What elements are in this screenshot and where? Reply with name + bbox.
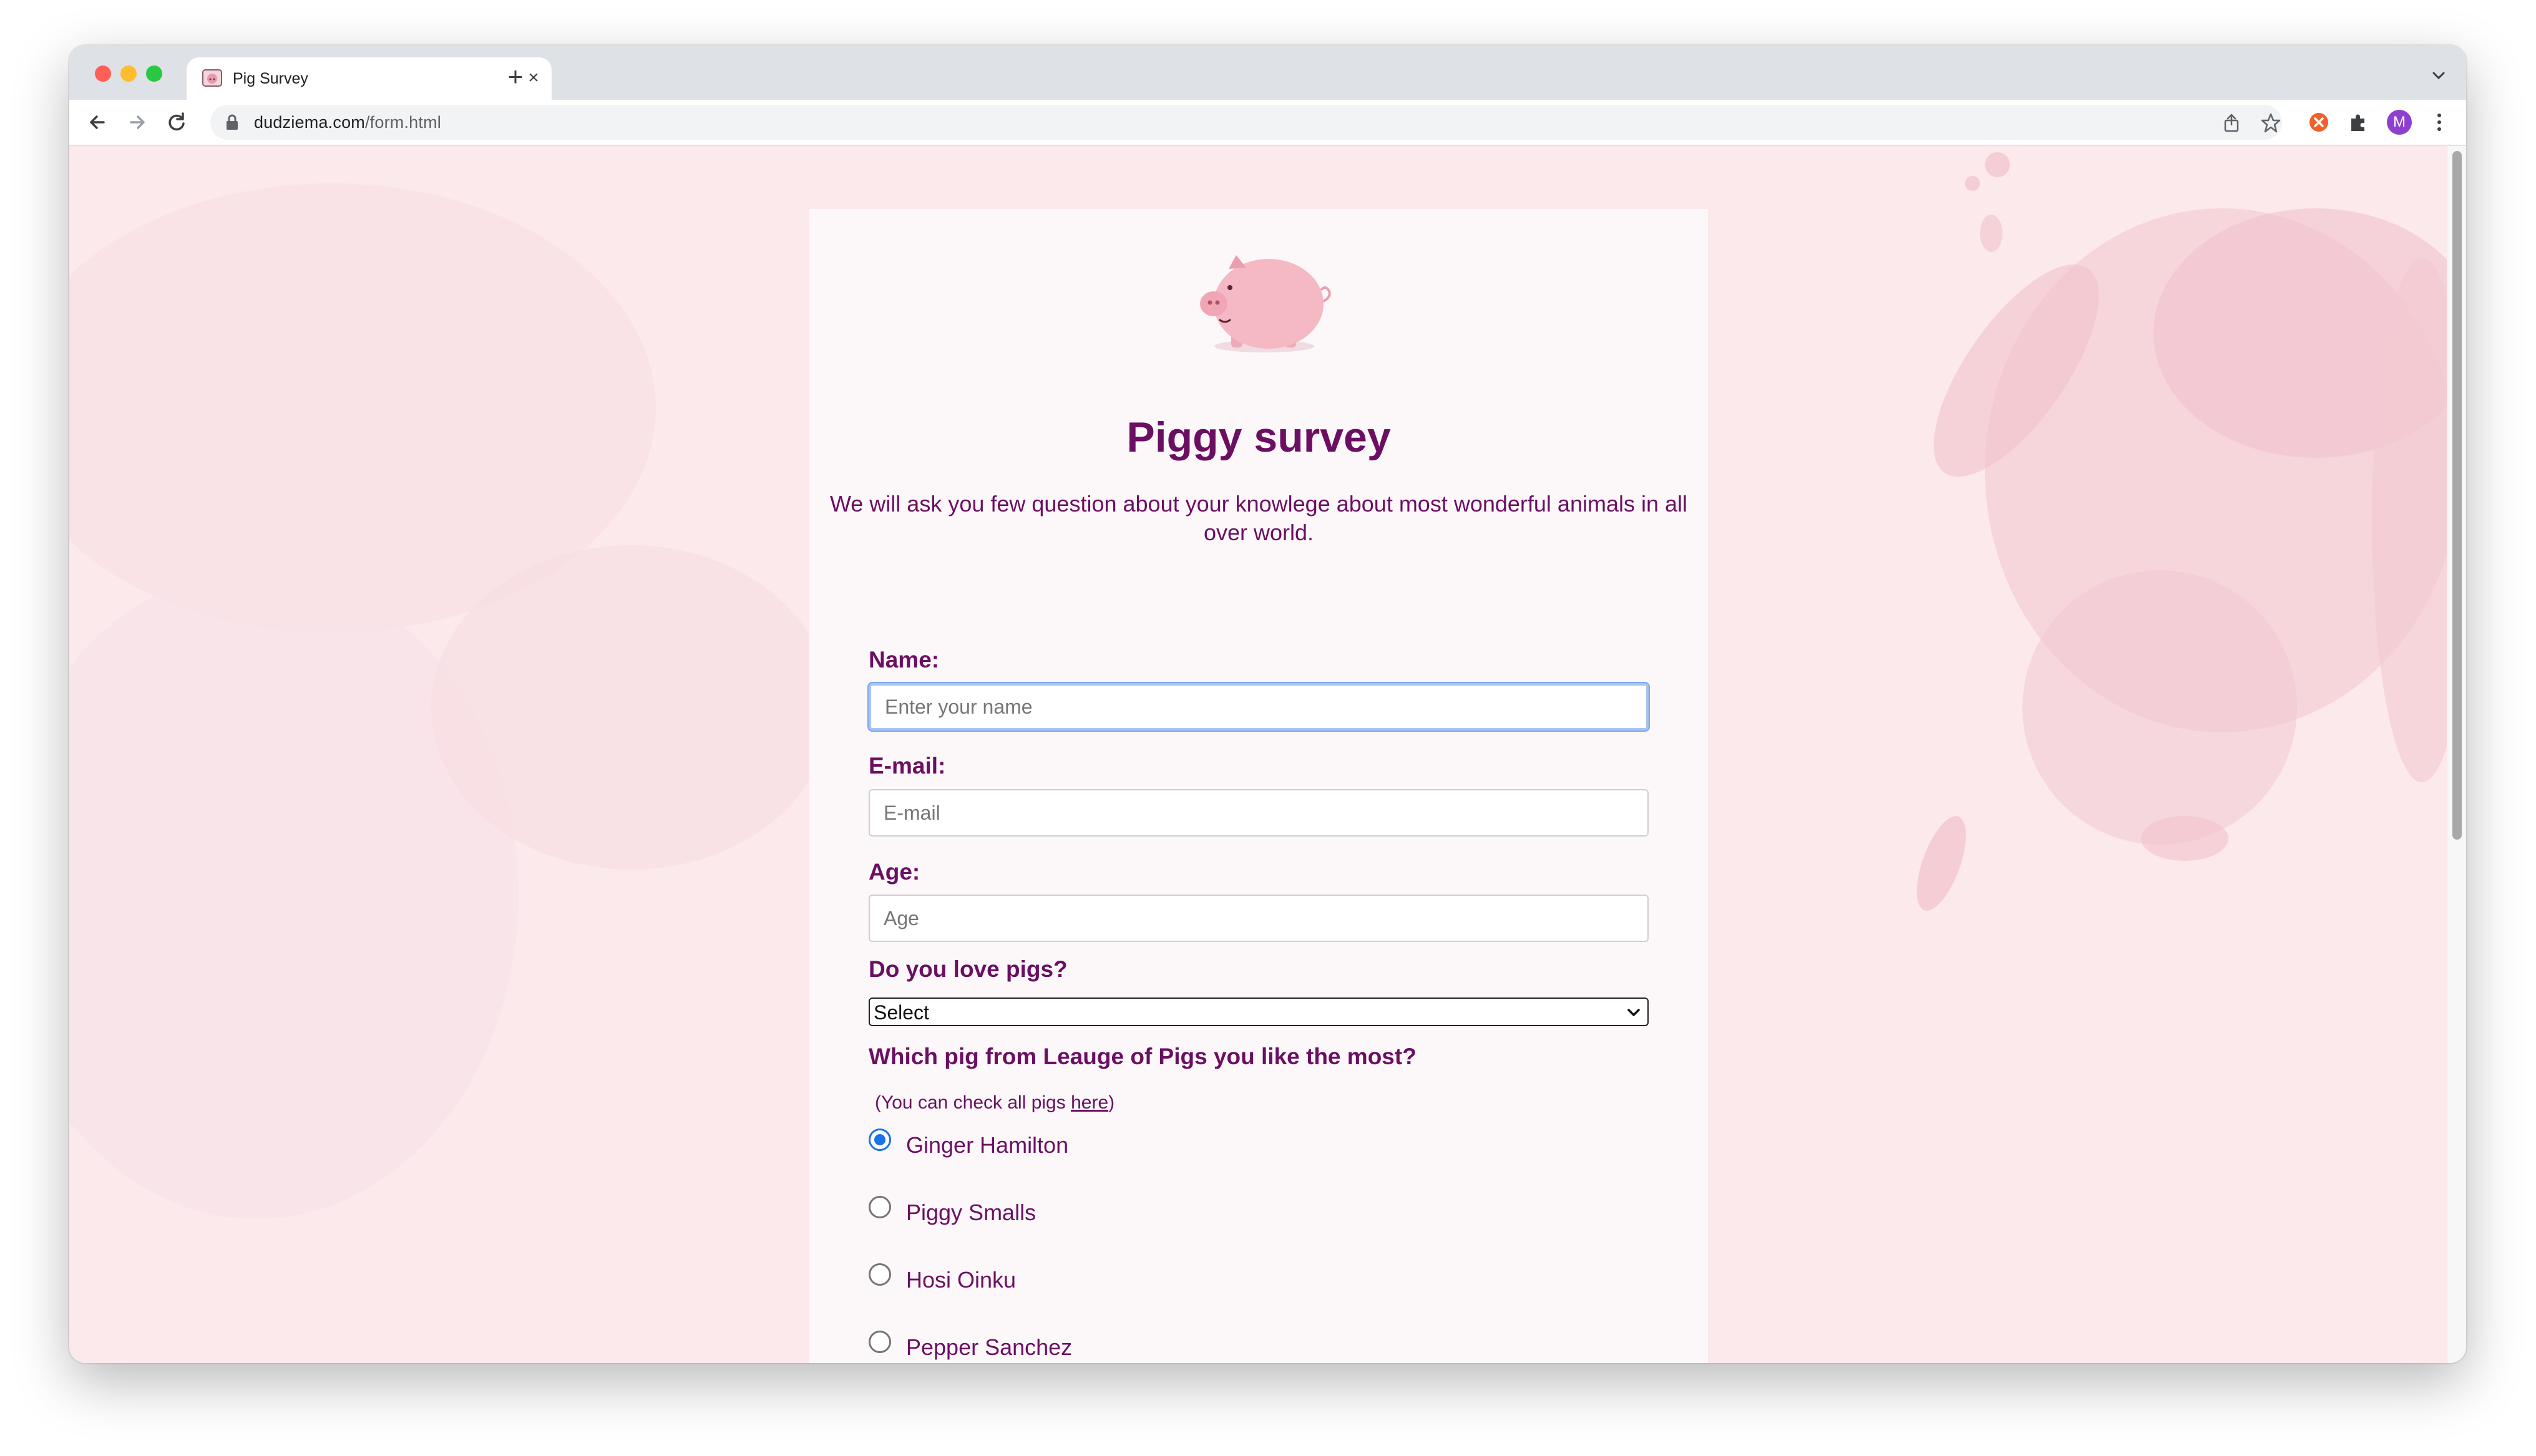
page-title: Piggy survey xyxy=(1126,414,1391,461)
extensions-puzzle-icon[interactable] xyxy=(2346,110,2371,135)
love-pigs-select[interactable]: Select xyxy=(869,997,1649,1026)
minimize-window-button[interactable] xyxy=(120,66,137,82)
chevron-down-icon xyxy=(1627,1009,1640,1016)
age-input[interactable] xyxy=(869,895,1649,942)
radio-hosi-oinku[interactable] xyxy=(869,1263,891,1286)
url-text: dudziema.com/form.html xyxy=(254,113,441,132)
radio-piggy-smalls[interactable] xyxy=(869,1196,891,1218)
maximize-window-button[interactable] xyxy=(146,66,162,82)
browser-toolbar: dudziema.com/form.html M xyxy=(69,100,2466,146)
lock-icon[interactable] xyxy=(224,114,240,131)
name-label: Name: xyxy=(869,647,940,672)
pig-logo-icon xyxy=(1200,255,1331,352)
radio-label: Pepper Sanchez xyxy=(906,1334,1073,1360)
share-icon[interactable] xyxy=(2221,112,2242,133)
name-input[interactable] xyxy=(869,683,1649,730)
age-label: Age: xyxy=(869,859,920,885)
back-arrow-icon[interactable] xyxy=(85,110,110,135)
browser-menu-icon[interactable] xyxy=(2427,110,2452,135)
league-hint: (You can check all pigs here) xyxy=(875,1092,1115,1113)
bookmark-star-icon[interactable] xyxy=(2260,112,2281,133)
pig-favicon-icon xyxy=(202,69,222,87)
pigs-here-link[interactable]: here xyxy=(1071,1092,1108,1113)
tab-pig-survey[interactable]: Pig Survey × xyxy=(187,57,552,100)
email-label: E-mail: xyxy=(869,753,946,779)
scrollbar-thumb[interactable] xyxy=(2452,151,2462,840)
browser-window: Pig Survey × + dudziema.com/form.html M … xyxy=(69,46,2466,1363)
radio-ginger-hamilton[interactable] xyxy=(869,1128,891,1151)
profile-avatar[interactable]: M xyxy=(2387,110,2412,135)
reload-icon[interactable] xyxy=(164,110,189,135)
tab-title: Pig Survey xyxy=(233,70,308,87)
radio-label: Hosi Oinku xyxy=(906,1267,1017,1293)
address-bar[interactable]: dudziema.com/form.html xyxy=(210,105,2282,140)
love-pigs-label: Do you love pigs? xyxy=(869,956,1068,982)
email-input[interactable] xyxy=(869,789,1649,837)
radio-pepper-sanchez[interactable] xyxy=(869,1331,891,1353)
close-window-button[interactable] xyxy=(95,66,111,82)
survey-card: Piggy survey We will ask you few questio… xyxy=(809,209,1708,1363)
page-viewport: Piggy survey We will ask you few questio… xyxy=(69,146,2447,1363)
extension-blocker-icon[interactable] xyxy=(2306,110,2331,135)
tab-bar: Pig Survey × + xyxy=(69,46,2466,100)
new-tab-button[interactable]: + xyxy=(500,62,530,92)
forward-arrow-icon[interactable] xyxy=(125,110,150,135)
page-subtitle: We will ask you few question about your … xyxy=(829,491,1688,545)
tab-search-chevron-icon[interactable] xyxy=(2426,63,2451,88)
radio-label: Piggy Smalls xyxy=(906,1200,1036,1225)
radio-label: Ginger Hamilton xyxy=(906,1132,1069,1158)
league-question-label: Which pig from Leauge of Pigs you like t… xyxy=(869,1044,1417,1069)
page-scrollbar[interactable] xyxy=(2447,146,2466,1363)
love-pigs-selected-value: Select xyxy=(874,1001,929,1024)
